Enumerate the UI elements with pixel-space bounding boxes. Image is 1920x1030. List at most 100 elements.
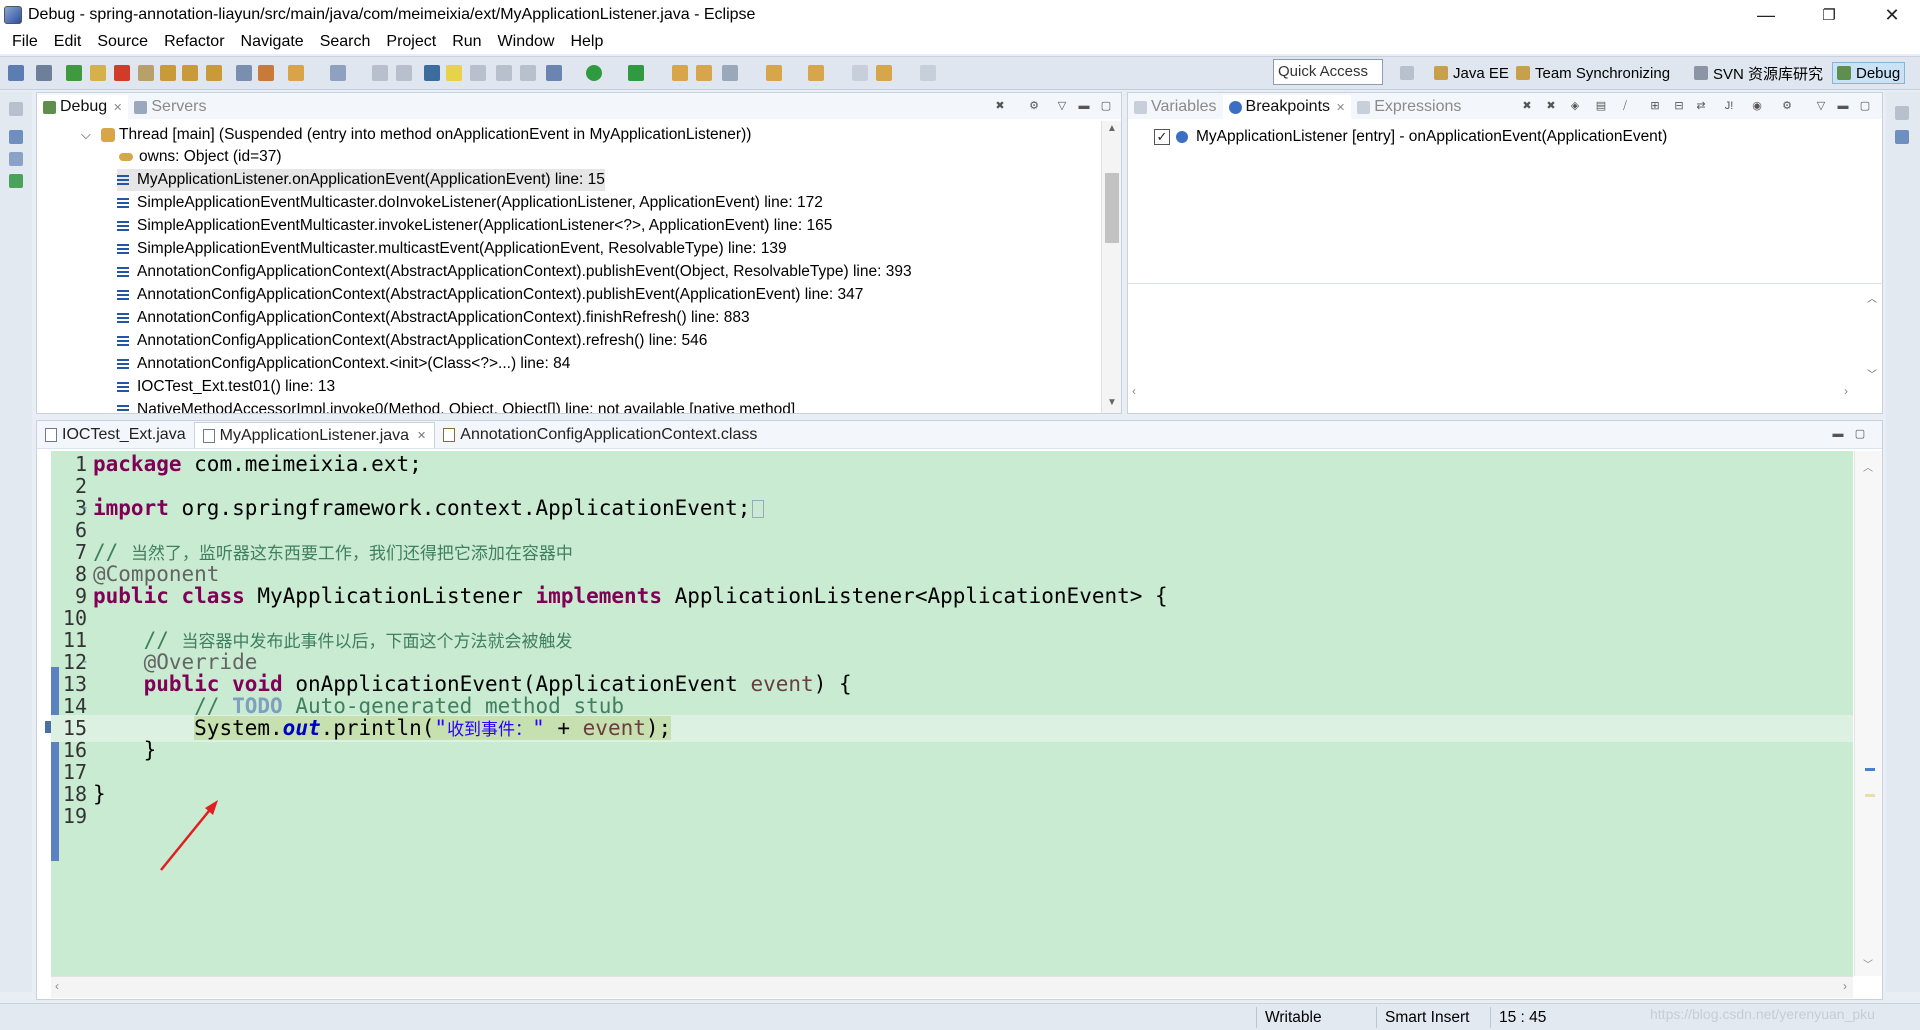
mark-occurrences-icon[interactable] (446, 65, 462, 81)
code-text-area[interactable]: 1 package com.meimeixia.ext; 2 3 + import o… (45, 451, 1853, 976)
copy-icon[interactable] (396, 65, 412, 81)
minimize-view-icon[interactable]: ▬ (1836, 100, 1850, 112)
open-task-icon[interactable] (696, 65, 712, 81)
tab-ioctest-ext[interactable]: IOCTest_Ext.java (37, 422, 194, 448)
add-java-exception-breakpoint-icon[interactable]: J! (1722, 100, 1736, 112)
search-icon[interactable] (424, 65, 440, 81)
scroll-down-icon[interactable]: ﹀ (1862, 366, 1882, 381)
close-icon[interactable]: ✕ (1336, 101, 1345, 114)
scroll-up-icon[interactable]: ▲ (1102, 123, 1122, 134)
go-to-file-icon[interactable]: ▤ (1594, 100, 1608, 112)
tab-breakpoints[interactable]: Breakpoints ✕ (1222, 95, 1352, 119)
step-return-icon[interactable] (206, 65, 222, 81)
console-icon[interactable] (9, 130, 23, 144)
scroll-up-icon[interactable]: ︿ (1862, 290, 1882, 305)
maximize-view-icon[interactable]: ▢ (1858, 100, 1872, 112)
scroll-right-icon[interactable]: › (1844, 384, 1848, 398)
drop-to-frame-icon[interactable] (236, 65, 252, 81)
chevron-down-icon[interactable]: ▽ (1814, 100, 1828, 112)
scroll-left-icon[interactable]: ‹ (55, 979, 59, 993)
thread-node[interactable]: ⌵ Thread [main] (Suspended (entry into m… (81, 124, 751, 146)
scrollbar-thumb[interactable] (1105, 173, 1119, 243)
forward-arrow-icon[interactable] (920, 65, 936, 81)
restore-icon[interactable] (9, 102, 23, 116)
scroll-down-icon[interactable]: ﹀ (1863, 956, 1873, 971)
tab-servers[interactable]: Servers (128, 95, 212, 119)
back-arrow-icon[interactable] (876, 65, 892, 81)
tab-variables[interactable]: Variables (1128, 95, 1223, 119)
pen-icon[interactable] (722, 65, 738, 81)
chevron-down-icon[interactable]: ⌵ (81, 127, 95, 143)
stack-frame-row[interactable]: SimpleApplicationEventMulticaster.doInvo… (117, 192, 823, 214)
new-server-icon[interactable] (330, 65, 346, 81)
menu-navigate[interactable]: Navigate (233, 33, 312, 51)
minimize-view-icon[interactable]: ▬ (1831, 428, 1845, 440)
previous-annotation-icon[interactable] (808, 65, 824, 81)
stack-frame-row[interactable]: AnnotationConfigApplicationContext(Abstr… (117, 330, 707, 352)
step-into-icon[interactable] (160, 65, 176, 81)
show-source-icon[interactable] (520, 65, 536, 81)
editor-overview-ruler[interactable]: ︿ ﹀ (1854, 451, 1882, 976)
last-edit-location-icon[interactable] (852, 65, 868, 81)
view-menu-icon[interactable]: ⚙ (1027, 100, 1041, 112)
debug-vertical-scrollbar[interactable]: ▲ ▼ (1101, 121, 1121, 413)
open-console-icon[interactable] (372, 65, 388, 81)
menu-file[interactable]: File (4, 33, 46, 51)
save-icon[interactable] (8, 65, 24, 81)
toggle-block-icon[interactable] (470, 65, 486, 81)
menu-source[interactable]: Source (89, 33, 156, 51)
close-window-button[interactable]: ✕ (1864, 0, 1920, 30)
disconnect-icon[interactable] (138, 65, 154, 81)
collapse-all-icon[interactable]: ⊟ (1672, 100, 1686, 112)
show-whitespace-icon[interactable] (496, 65, 512, 81)
close-icon[interactable]: ✕ (113, 101, 122, 114)
minimize-button[interactable]: — (1738, 0, 1794, 30)
menu-refactor[interactable]: Refactor (156, 33, 232, 51)
stack-frame-row[interactable]: NativeMethodAccessorImpl.invoke0(Method,… (117, 399, 795, 413)
open-perspective-button[interactable] (1400, 62, 1419, 84)
terminate-icon[interactable] (114, 65, 130, 81)
perspective-java-ee[interactable]: Java EE (1434, 62, 1509, 84)
stack-frame-row[interactable]: AnnotationConfigApplicationContext(Abstr… (117, 284, 863, 306)
breakpoint-types-icon[interactable]: ⚙ (1780, 100, 1794, 112)
restore-icon[interactable] (1895, 106, 1909, 120)
scroll-left-icon[interactable]: ‹ (1132, 384, 1136, 398)
detail-vertical-scrollbar[interactable]: ︿ ﹀ (1862, 284, 1882, 384)
link-with-debug-view-icon[interactable]: ⇄ (1694, 100, 1708, 112)
perspective-team-synchronizing[interactable]: Team Synchronizing (1516, 62, 1670, 84)
next-annotation-icon[interactable] (766, 65, 782, 81)
overview-marker[interactable] (1865, 794, 1875, 797)
resume-icon[interactable] (66, 65, 82, 81)
menu-project[interactable]: Project (378, 33, 444, 51)
scroll-right-icon[interactable]: › (1843, 979, 1847, 993)
breakpoint-detail-pane[interactable]: ︿ ﹀ ‹ › (1128, 283, 1882, 409)
maximize-view-icon[interactable]: ▢ (1099, 100, 1113, 112)
debug-run-icon[interactable] (546, 65, 562, 81)
menu-help[interactable]: Help (562, 33, 611, 51)
tab-expressions[interactable]: Expressions (1351, 95, 1467, 119)
skip-breakpoints-icon[interactable] (36, 65, 52, 81)
scroll-down-icon[interactable]: ▼ (1102, 397, 1122, 408)
step-over-icon[interactable] (182, 65, 198, 81)
table-icon[interactable] (9, 174, 23, 188)
tasks-icon[interactable] (9, 152, 23, 166)
menu-run[interactable]: Run (444, 33, 489, 51)
use-step-filters-icon[interactable] (258, 65, 274, 81)
quick-access-input[interactable]: Quick Access (1273, 59, 1383, 85)
stack-frame-row[interactable]: MyApplicationListener.onApplicationEvent… (117, 169, 605, 191)
perspective-debug[interactable]: Debug (1832, 62, 1906, 84)
show-supported-breakpoints-icon[interactable]: ◈ (1568, 100, 1582, 112)
folded-imports-box[interactable] (752, 500, 765, 518)
menu-edit[interactable]: Edit (46, 33, 90, 51)
chevron-down-icon[interactable]: ▽ (1055, 100, 1069, 112)
stack-frame-row[interactable]: SimpleApplicationEventMulticaster.multic… (117, 238, 787, 260)
minimize-view-icon[interactable]: ▬ (1077, 100, 1091, 112)
scroll-up-icon[interactable]: ︿ (1863, 459, 1873, 474)
run-icon[interactable] (586, 65, 602, 81)
status-insert-mode[interactable]: Smart Insert (1376, 1007, 1486, 1028)
expand-all-icon[interactable]: ⊞ (1648, 100, 1662, 112)
skip-all-breakpoints-icon[interactable]: ⧸ (1618, 100, 1632, 112)
status-cursor-position[interactable]: 15 : 45 (1490, 1007, 1600, 1028)
maximize-view-icon[interactable]: ▢ (1853, 428, 1867, 440)
monitor-owns-row[interactable]: owns: Object (id=37) (119, 146, 282, 168)
